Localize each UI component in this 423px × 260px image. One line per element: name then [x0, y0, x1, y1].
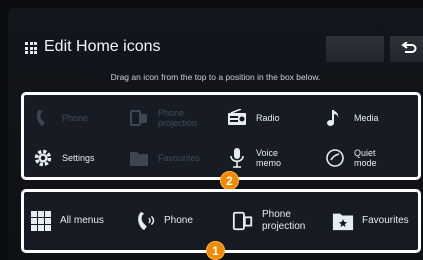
callout-badge-1: 1: [206, 241, 225, 260]
back-arrow-icon: [401, 42, 417, 53]
back-button[interactable]: [390, 36, 423, 62]
available-icon-phone[interactable]: Phone: [32, 103, 88, 133]
header: Edit Home icons: [8, 32, 423, 66]
quiet-mode-icon: [326, 149, 344, 167]
phone-projection-icon: [130, 110, 147, 126]
favourites-icon: [130, 152, 148, 166]
radio-icon: [228, 109, 246, 125]
all-menus-icon: [31, 211, 51, 231]
available-icon-settings[interactable]: Settings: [32, 143, 95, 173]
phone-icon: [138, 211, 155, 231]
gear-icon: [34, 149, 52, 167]
home-icon-all-menus[interactable]: All menus: [30, 206, 104, 236]
header-blank-button[interactable]: [326, 36, 384, 62]
phone-icon: [37, 110, 45, 126]
available-icon-quiet-mode[interactable]: Quiet mode: [324, 143, 377, 173]
home-icon-phone-projection[interactable]: Phone projection: [232, 206, 305, 236]
available-icons-panel: Phone Phone projection Radio Media Setti…: [21, 92, 421, 180]
available-icon-radio[interactable]: Radio: [226, 103, 280, 133]
microphone-icon: [230, 148, 244, 168]
page-title: Edit Home icons: [44, 38, 161, 55]
grid-menu-icon: [25, 42, 37, 54]
favourites-icon: [332, 213, 354, 231]
available-icon-voice-memo[interactable]: Voice memo: [226, 143, 281, 173]
instruction-text: Drag an icon from the top to a position …: [110, 72, 321, 82]
home-icon-favourites[interactable]: Favourites: [332, 206, 409, 236]
available-icon-media[interactable]: Media: [324, 103, 379, 133]
home-edit-screen: Edit Home icons Drag an icon from the to…: [8, 8, 423, 260]
music-note-icon: [327, 110, 339, 126]
callout-badge-2: 2: [220, 171, 239, 190]
available-icon-favourites[interactable]: Favourites: [128, 143, 200, 173]
available-icon-phone-projection[interactable]: Phone projection: [128, 103, 197, 133]
home-icon-phone[interactable]: Phone: [134, 206, 193, 236]
phone-projection-icon: [232, 211, 253, 231]
